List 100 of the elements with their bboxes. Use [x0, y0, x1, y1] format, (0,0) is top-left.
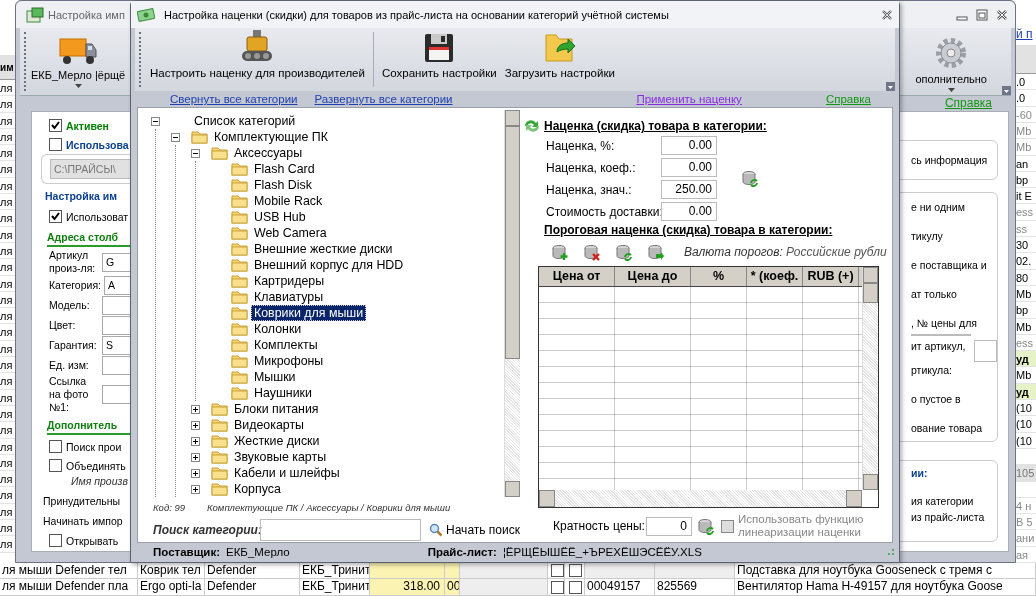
- folder-icon: [231, 226, 248, 240]
- toolbar-button[interactable]: Загрузить настройки: [500, 28, 619, 91]
- tree-item[interactable]: Web Camera: [251, 225, 330, 241]
- close-icon[interactable]: [995, 7, 1009, 22]
- tree-item[interactable]: Блоки питания: [231, 401, 322, 417]
- tree-item[interactable]: Корпуса: [231, 481, 284, 497]
- tree-item[interactable]: Комплектующие ПК: [211, 129, 331, 145]
- link[interactable]: й п: [1016, 27, 1036, 41]
- label: е поставщика и: [911, 258, 988, 273]
- checkbox[interactable]: [49, 534, 62, 547]
- database-arrow-icon[interactable]: [648, 243, 665, 261]
- checkbox[interactable]: [569, 580, 582, 594]
- tree-item[interactable]: Мышки: [251, 369, 299, 385]
- checkbox[interactable]: [49, 440, 62, 453]
- expand-icon[interactable]: [191, 452, 200, 462]
- tree-item[interactable]: Аксессуары: [231, 145, 306, 161]
- database-delete-icon[interactable]: [584, 243, 601, 261]
- checkbox[interactable]: [49, 119, 62, 132]
- checkbox[interactable]: [550, 580, 564, 594]
- input-field[interactable]: 250.00: [661, 180, 717, 199]
- chevron-icon[interactable]: [1002, 86, 1011, 95]
- field-label: Цвет:: [49, 318, 77, 332]
- label: Российские рубли: [785, 245, 887, 259]
- close-icon[interactable]: [881, 8, 893, 21]
- folder-icon: [231, 290, 248, 304]
- table-cell: Вентилятор Hama H-49157 для ноутбука Goose: [735, 579, 1036, 595]
- tree-item[interactable]: Видеокарты: [231, 417, 307, 433]
- checkbox-label: Использова: [66, 138, 129, 151]
- tree-item[interactable]: Flash Card: [251, 161, 318, 177]
- tree-item[interactable]: Микрофоны: [251, 353, 327, 369]
- tree-item[interactable]: Картридеры: [251, 273, 328, 289]
- toolbar-button[interactable]: ЕКБ_Мерло |ёрщё: [31, 28, 126, 88]
- tree-item[interactable]: Клавиатуры: [251, 289, 327, 305]
- folder-icon: [211, 434, 228, 448]
- checkbox[interactable]: [49, 138, 62, 151]
- checkbox[interactable]: [550, 564, 564, 577]
- tree-item[interactable]: Внешние жесткие диски: [251, 241, 396, 257]
- refresh-icon: [522, 118, 542, 134]
- button-label: Загрузить настройки: [504, 67, 615, 79]
- tree-item[interactable]: Список категорий: [191, 113, 299, 129]
- tree-item[interactable]: Колонки: [251, 321, 305, 337]
- resize-grip-icon[interactable]: [887, 547, 895, 556]
- database-refresh-icon[interactable]: [616, 243, 633, 261]
- expand-icon[interactable]: [191, 484, 200, 494]
- checkbox[interactable]: [569, 564, 582, 577]
- maximize-icon[interactable]: [975, 7, 989, 22]
- link[interactable]: Развернуть все категории: [314, 93, 453, 105]
- search-field[interactable]: [260, 518, 422, 541]
- label: ия категории: [911, 494, 975, 509]
- collapse-icon[interactable]: [151, 116, 160, 126]
- tree-item[interactable]: Коврики для мыши: [251, 305, 367, 321]
- expand-icon[interactable]: [191, 436, 200, 446]
- folder-icon: [231, 178, 248, 192]
- chevron-icon[interactable]: [886, 82, 895, 91]
- category-path: Комплектующие ПК / Аксессуары / Коврики для мыши: [207, 501, 451, 513]
- tree-item[interactable]: Mobile Rack: [251, 193, 326, 209]
- group-title: Настройка им: [45, 190, 118, 204]
- expand-icon[interactable]: [191, 420, 200, 430]
- collapse-icon[interactable]: [171, 132, 180, 142]
- checkbox[interactable]: [49, 210, 62, 223]
- collapse-icon[interactable]: [191, 148, 200, 158]
- label: , № цены для: [911, 316, 978, 331]
- input-field[interactable]: 0.00: [661, 158, 717, 177]
- tree-item[interactable]: Внешний корпус для HDD: [251, 257, 407, 273]
- checkbox-label: Открывать: [66, 534, 119, 547]
- checkbox-label: Объединять: [66, 459, 126, 472]
- tree-item[interactable]: Кабели и шлейфы: [231, 465, 343, 481]
- folder-icon: [231, 386, 248, 400]
- folder-icon: [231, 242, 248, 256]
- toolbar-button[interactable]: Настроить наценку для производителей: [146, 28, 369, 91]
- search-button[interactable]: Начать поиск: [429, 522, 520, 537]
- checkbox-label: Использоват: [66, 210, 129, 223]
- tree-item[interactable]: USB Hub: [251, 209, 309, 225]
- label: ат только: [911, 287, 958, 302]
- link[interactable]: Свернуть все категории: [170, 93, 298, 105]
- tree-item[interactable]: Жесткие диски: [231, 433, 323, 449]
- truck-icon: [58, 36, 99, 66]
- checkbox[interactable]: [49, 459, 62, 472]
- label: о пустое в: [911, 392, 962, 407]
- status-value: ЕКБ_Мерло: [226, 545, 290, 558]
- expand-icon[interactable]: [191, 404, 200, 414]
- database-add-icon[interactable]: [552, 243, 569, 261]
- input-field[interactable]: 0: [646, 516, 692, 536]
- category-code: Код: 99: [153, 501, 185, 513]
- toolbar-button[interactable]: Сохранить настройки: [377, 28, 501, 91]
- tree-item[interactable]: Наушники: [251, 385, 315, 401]
- expand-icon[interactable]: [191, 468, 200, 478]
- toolbar-button[interactable]: ополнительно: [915, 28, 987, 92]
- column-header: * (коеф.: [747, 267, 803, 286]
- folder-icon: [211, 450, 228, 464]
- tree-item[interactable]: Flash Disk: [251, 177, 315, 193]
- tree-item[interactable]: Звуковые карты: [231, 449, 330, 465]
- tree-item[interactable]: Комплекты: [251, 337, 321, 353]
- column-header: %: [691, 267, 747, 286]
- input-field[interactable]: 0.00: [661, 202, 717, 221]
- input-field[interactable]: 0.00: [661, 136, 717, 155]
- link[interactable]: Применить наценку: [636, 93, 742, 105]
- label: Принудительны: [43, 494, 122, 509]
- caret-icon: [74, 84, 82, 88]
- checkbox-label: Использовать функцию линеаризации наценки: [738, 513, 865, 539]
